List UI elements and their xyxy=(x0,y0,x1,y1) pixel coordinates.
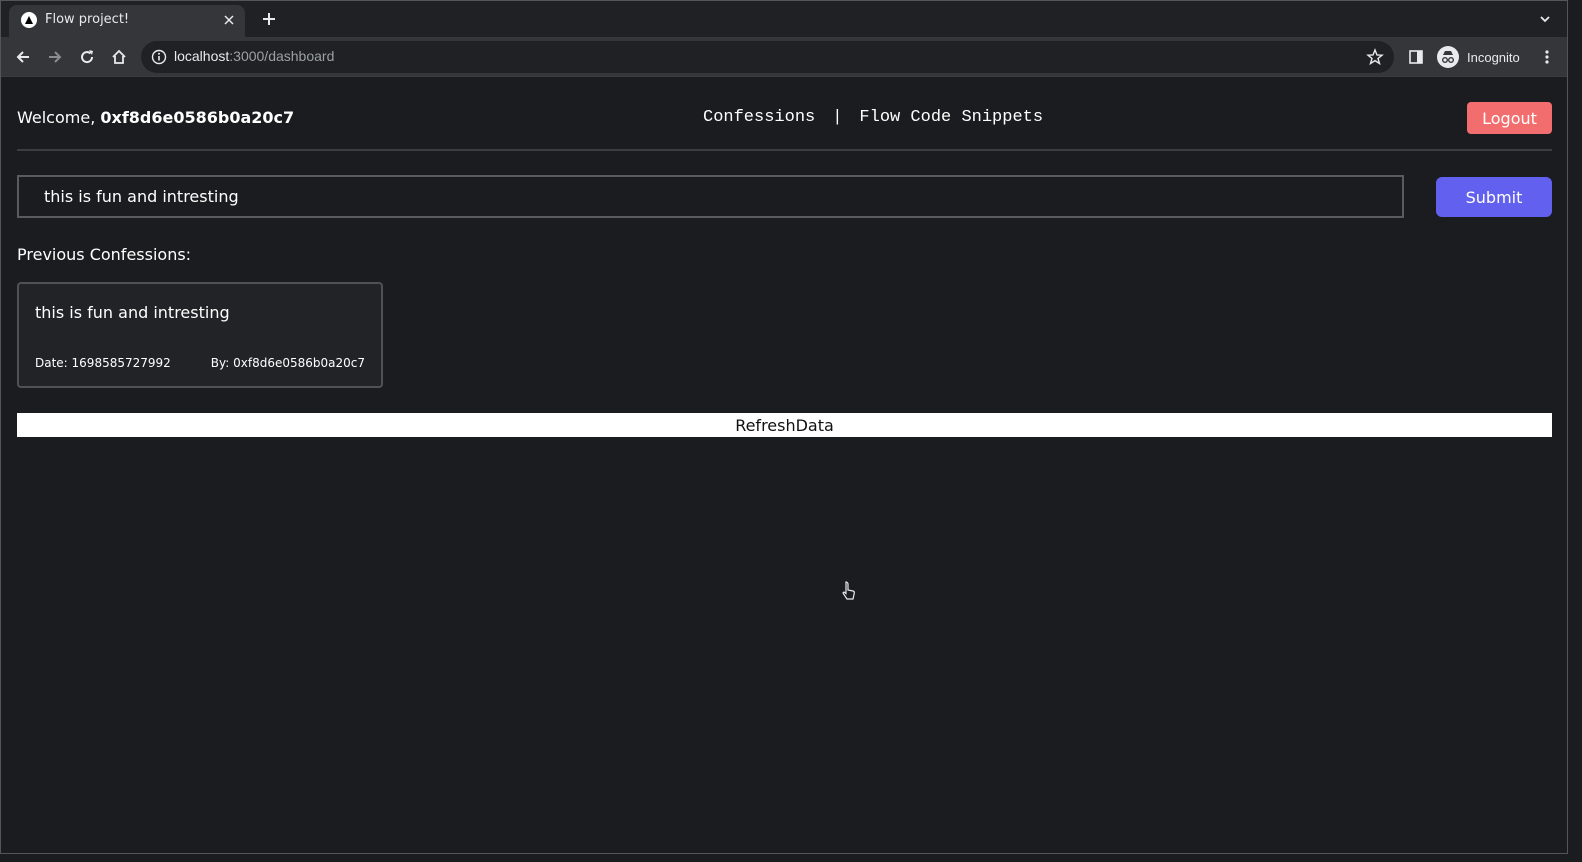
logout-button[interactable]: Logout xyxy=(1467,102,1552,134)
welcome-text: Welcome, 0xf8d6e0586b0a20c7 xyxy=(17,108,294,127)
url-path: :3000/dashboard xyxy=(229,48,335,64)
chevron-down-icon[interactable] xyxy=(1533,7,1557,31)
home-icon[interactable] xyxy=(105,43,133,71)
info-icon[interactable] xyxy=(151,49,167,65)
confession-text: this is fun and intresting xyxy=(35,303,230,322)
incognito-icon xyxy=(1437,46,1459,68)
nav-separator: | xyxy=(832,108,843,127)
previous-confessions-heading: Previous Confessions: xyxy=(17,245,192,264)
incognito-label: Incognito xyxy=(1467,49,1520,65)
nav-flow-code-snippets[interactable]: Flow Code Snippets xyxy=(859,108,1043,127)
welcome-prefix: Welcome, xyxy=(17,108,96,127)
browser-window: Flow project! localhost:3000/dashboard I… xyxy=(0,0,1568,854)
confession-date: Date: 1698585727992 xyxy=(35,356,171,370)
refresh-data-button[interactable]: RefreshData xyxy=(17,413,1552,437)
nav-confessions[interactable]: Confessions xyxy=(703,108,815,127)
close-icon[interactable] xyxy=(219,10,239,30)
tab-title: Flow project! xyxy=(45,12,130,27)
user-address: 0xf8d6e0586b0a20c7 xyxy=(100,108,295,127)
tab-strip: Flow project! xyxy=(1,1,1567,37)
top-nav: Confessions | Flow Code Snippets xyxy=(703,108,1043,127)
forward-arrow-icon[interactable] xyxy=(41,43,69,71)
incognito-indicator[interactable]: Incognito xyxy=(1437,42,1520,72)
browser-toolbar: localhost:3000/dashboard Incognito xyxy=(1,37,1567,77)
mouse-cursor-icon xyxy=(841,580,857,602)
address-bar[interactable]: localhost:3000/dashboard xyxy=(141,41,1394,73)
back-arrow-icon[interactable] xyxy=(9,43,37,71)
confession-input[interactable] xyxy=(17,175,1404,218)
dashboard-page: Welcome, 0xf8d6e0586b0a20c7 Confessions … xyxy=(1,78,1567,853)
new-tab-plus-icon[interactable] xyxy=(257,7,281,31)
submit-button[interactable]: Submit xyxy=(1436,177,1552,217)
side-panel-icon[interactable] xyxy=(1402,43,1430,71)
kebab-menu-icon[interactable] xyxy=(1533,43,1561,71)
bookmark-star-icon[interactable] xyxy=(1366,48,1384,66)
url-host: localhost xyxy=(174,48,230,64)
triangle-favicon-icon xyxy=(21,12,37,28)
header-divider xyxy=(17,149,1552,151)
confession-author: By: 0xf8d6e0586b0a20c7 xyxy=(210,356,365,370)
browser-tab[interactable]: Flow project! xyxy=(9,5,245,37)
reload-icon[interactable] xyxy=(73,43,101,71)
confession-card: this is fun and intresting Date: 1698585… xyxy=(17,282,383,388)
url-text: localhost:3000/dashboard xyxy=(174,48,334,64)
